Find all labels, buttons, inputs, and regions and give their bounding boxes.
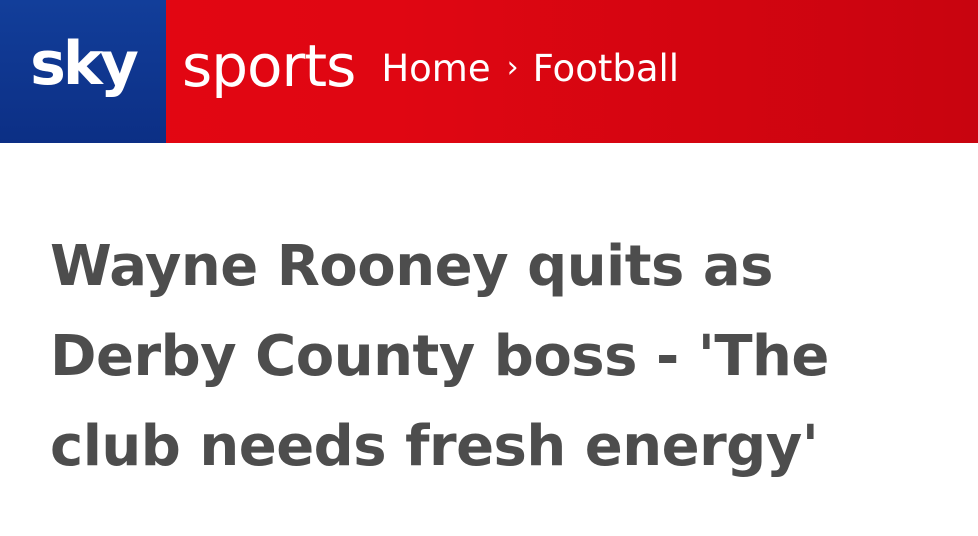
- article-headline: Wayne Rooney quits as Derby County boss …: [50, 234, 829, 479]
- header-nav-area: sports Home › Football: [166, 0, 978, 143]
- breadcrumb: Home › Football: [381, 47, 679, 90]
- breadcrumb-football-link[interactable]: Football: [533, 47, 679, 90]
- breadcrumb-home-link[interactable]: Home: [381, 47, 490, 90]
- sky-logo-box[interactable]: sky: [0, 0, 166, 143]
- site-header: sky sports Home › Football: [0, 0, 978, 143]
- sports-logo[interactable]: sports: [182, 37, 356, 95]
- chevron-right-icon: ›: [506, 50, 519, 85]
- sky-logo[interactable]: sky: [30, 34, 139, 94]
